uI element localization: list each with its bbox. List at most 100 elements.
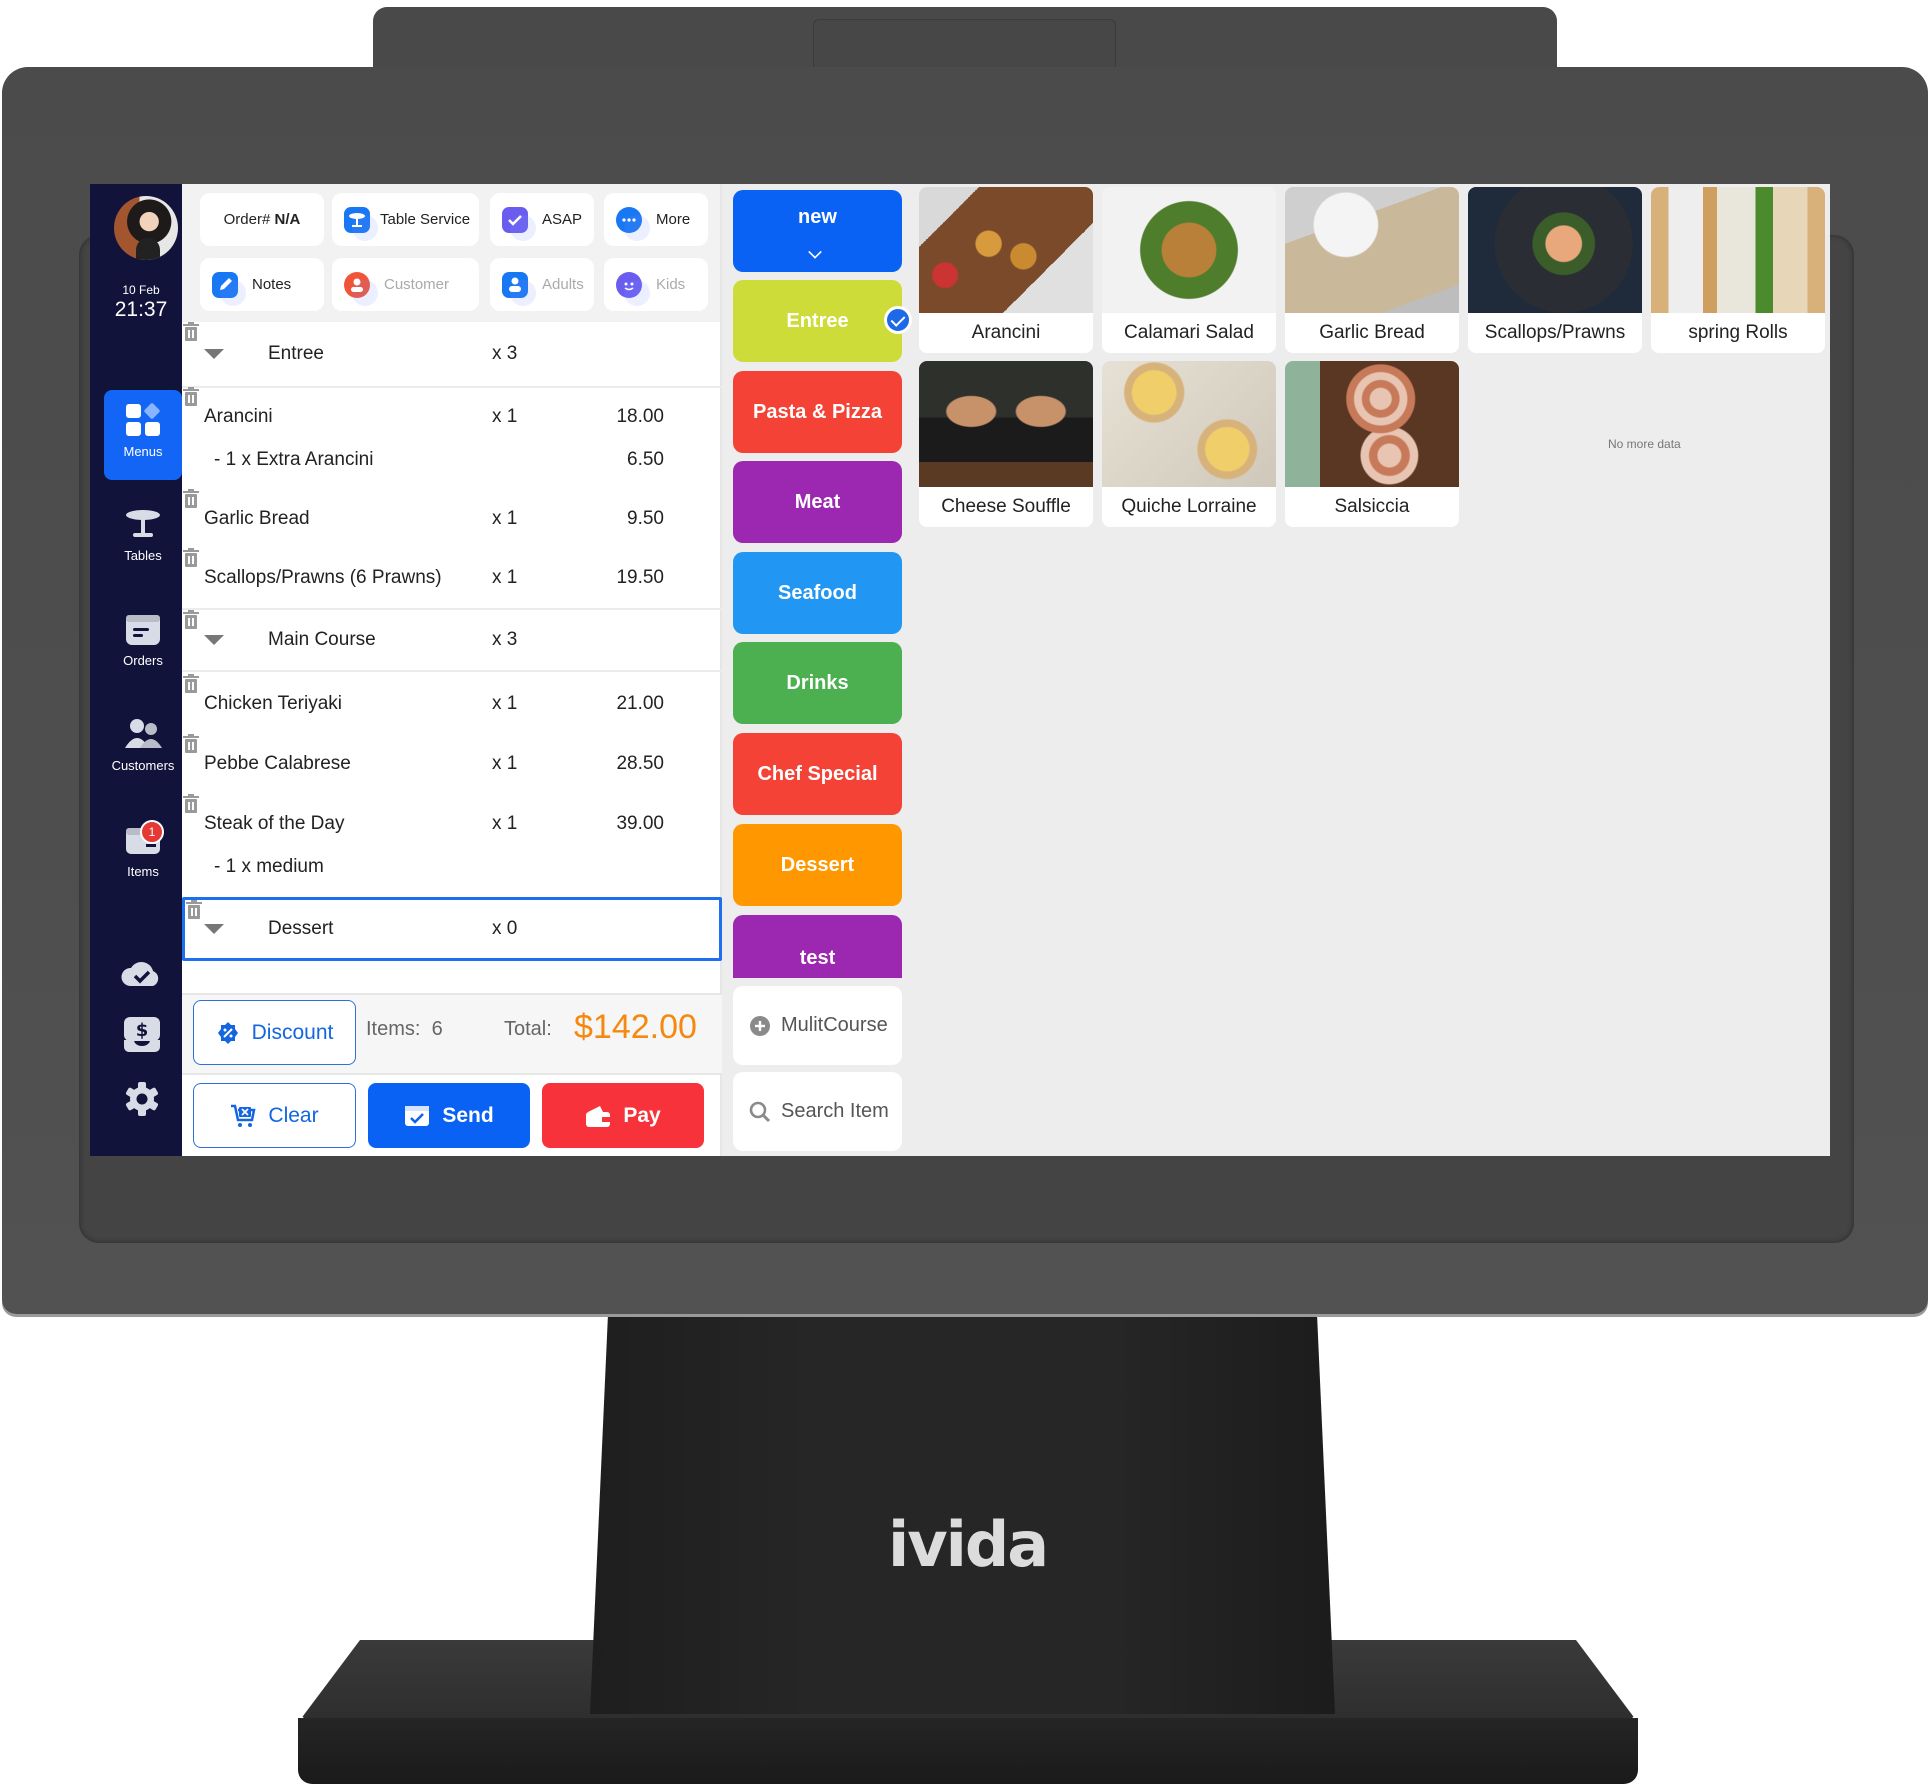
item-name: Chicken Teriyaki bbox=[204, 693, 342, 714]
selected-check-icon bbox=[884, 306, 912, 334]
menu-item-card[interactable]: Calamari Salad bbox=[1102, 187, 1276, 353]
category-label: Pasta & Pizza bbox=[753, 400, 882, 423]
category-label: Seafood bbox=[778, 581, 857, 604]
category-seafood[interactable]: Seafood bbox=[733, 552, 902, 634]
kids-baby-icon bbox=[616, 271, 650, 306]
category-list: new Entree Pasta & Pizza Meat Seafood Dr… bbox=[733, 184, 912, 1156]
menu-item-image bbox=[1102, 187, 1276, 313]
send-button[interactable]: Send bbox=[368, 1083, 530, 1148]
time-label: 21:37 bbox=[114, 298, 168, 321]
category-dessert[interactable]: Dessert bbox=[733, 824, 902, 906]
delete-trash-icon[interactable] bbox=[182, 794, 200, 814]
menu-item-name: Salsiccia bbox=[1334, 496, 1410, 517]
pay-label: Pay bbox=[623, 1103, 661, 1127]
discount-button[interactable]: Discount bbox=[193, 1000, 356, 1065]
category-pasta-pizza[interactable]: Pasta & Pizza bbox=[733, 371, 902, 453]
sidebar-item-items[interactable]: 1 Items bbox=[104, 810, 182, 900]
menu-item-card[interactable]: Scallops/Prawns bbox=[1468, 187, 1642, 353]
order-number-label: Order# bbox=[223, 211, 271, 228]
sidebar-item-customers[interactable]: Customers bbox=[104, 704, 182, 794]
delete-trash-icon[interactable] bbox=[182, 387, 200, 407]
item-qty: x 1 bbox=[492, 406, 518, 427]
sidebar-item-menus[interactable]: Menus bbox=[104, 390, 182, 480]
category-label: test bbox=[799, 947, 836, 969]
delete-trash-icon[interactable] bbox=[182, 674, 200, 694]
order-line[interactable]: Garlic Bread x 1 9.50 bbox=[182, 489, 722, 549]
multicourse-label: MulitCourse bbox=[781, 1014, 888, 1036]
send-calendar-icon bbox=[405, 1105, 430, 1126]
delete-trash-icon[interactable] bbox=[182, 734, 200, 754]
menu-item-card[interactable]: Cheese Souffle bbox=[919, 361, 1093, 527]
search-item-button[interactable]: Search Item bbox=[733, 1072, 902, 1151]
sidebar-item-tables[interactable]: Tables bbox=[104, 494, 182, 584]
customer-button[interactable]: Customer bbox=[332, 258, 479, 311]
order-number-value: N/A bbox=[274, 211, 301, 228]
collapse-caret-icon[interactable] bbox=[204, 635, 224, 645]
item-price: 39.00 bbox=[616, 813, 664, 834]
multicourse-button[interactable]: MulitCourse bbox=[733, 986, 902, 1065]
modifier-name: - 1 x Extra Arancini bbox=[214, 449, 374, 470]
category-new[interactable]: new bbox=[733, 190, 902, 272]
table-service-button[interactable]: Table Service bbox=[332, 193, 479, 246]
user-avatar[interactable] bbox=[114, 196, 178, 260]
sidebar-label-tables: Tables bbox=[124, 548, 162, 563]
menu-item-card[interactable]: Arancini bbox=[919, 187, 1093, 353]
delete-trash-icon[interactable] bbox=[182, 548, 200, 568]
course-group-dessert[interactable]: Dessert x 0 bbox=[182, 897, 722, 961]
collapse-caret-icon[interactable] bbox=[204, 349, 224, 359]
more-button[interactable]: More bbox=[604, 193, 708, 246]
category-label: Chef Special bbox=[757, 762, 878, 785]
order-line-modifier: - 1 x medium bbox=[182, 837, 722, 897]
clear-button[interactable]: Clear bbox=[193, 1083, 356, 1148]
delete-trash-icon[interactable] bbox=[182, 489, 200, 509]
menu-item-card[interactable]: Quiche Lorraine bbox=[1102, 361, 1276, 527]
asap-button[interactable]: ASAP bbox=[490, 193, 594, 246]
menu-item-name: Scallops/Prawns bbox=[1484, 322, 1626, 343]
pay-wallet-icon bbox=[586, 1105, 611, 1127]
menu-item-card[interactable]: Garlic Bread bbox=[1285, 187, 1459, 353]
orders-icon bbox=[126, 615, 160, 645]
sidebar-label-customers: Customers bbox=[111, 758, 175, 773]
order-line[interactable]: Chicken Teriyaki x 1 21.00 bbox=[182, 674, 722, 734]
delete-trash-icon[interactable] bbox=[185, 900, 203, 920]
table-service-label: Table Service bbox=[380, 211, 471, 228]
asap-label: ASAP bbox=[542, 211, 583, 228]
order-line[interactable]: Pebbe Calabrese x 1 28.50 bbox=[182, 734, 722, 794]
discount-badge-icon bbox=[217, 1021, 238, 1044]
item-name: Steak of the Day bbox=[204, 813, 345, 834]
item-price: 9.50 bbox=[627, 508, 664, 529]
adults-button[interactable]: Adults bbox=[490, 258, 594, 311]
pay-button[interactable]: Pay bbox=[542, 1083, 704, 1148]
menu-item-grid: Arancini Calamari Salad Garlic Bread Sca… bbox=[919, 184, 1830, 1156]
delete-trash-icon[interactable] bbox=[182, 322, 200, 342]
kids-button[interactable]: Kids bbox=[604, 258, 708, 311]
menu-item-card[interactable]: spring Rolls bbox=[1651, 187, 1825, 353]
order-header: Order# N/A Table Service ASAP More Notes… bbox=[182, 184, 720, 322]
cloud-sync-icon[interactable] bbox=[120, 954, 164, 994]
category-entree[interactable]: Entree bbox=[733, 280, 912, 362]
course-qty: x 0 bbox=[492, 918, 518, 939]
order-line[interactable]: Scallops/Prawns (6 Prawns) x 1 19.50 bbox=[182, 548, 722, 608]
svg-text:$: $ bbox=[136, 1020, 149, 1041]
menu-item-card[interactable]: Salsiccia bbox=[1285, 361, 1459, 527]
send-label: Send bbox=[442, 1103, 494, 1127]
chevron-down-icon bbox=[808, 245, 822, 259]
sidebar-item-orders[interactable]: Orders bbox=[104, 599, 182, 689]
collapse-caret-icon[interactable] bbox=[204, 924, 224, 934]
cash-drawer-icon[interactable]: $ bbox=[120, 1014, 164, 1054]
total-value: $142.00 bbox=[574, 1008, 697, 1046]
category-label: Meat bbox=[794, 490, 841, 513]
menu-item-image bbox=[1285, 187, 1459, 313]
category-meat[interactable]: Meat bbox=[733, 461, 902, 543]
course-group-main-course[interactable]: Main Course x 3 bbox=[182, 610, 722, 672]
course-group-entree[interactable]: Entree x 3 bbox=[182, 322, 722, 388]
modifier-price: 6.50 bbox=[627, 449, 664, 470]
settings-gear-icon[interactable] bbox=[120, 1079, 164, 1119]
delete-trash-icon[interactable] bbox=[182, 610, 200, 630]
order-number-button[interactable]: Order# N/A bbox=[200, 193, 324, 246]
notes-button[interactable]: Notes bbox=[200, 258, 324, 311]
category-drinks[interactable]: Drinks bbox=[733, 642, 902, 724]
category-test[interactable]: test bbox=[733, 915, 902, 978]
menus-icon bbox=[126, 403, 160, 436]
category-chef-special[interactable]: Chef Special bbox=[733, 733, 902, 815]
